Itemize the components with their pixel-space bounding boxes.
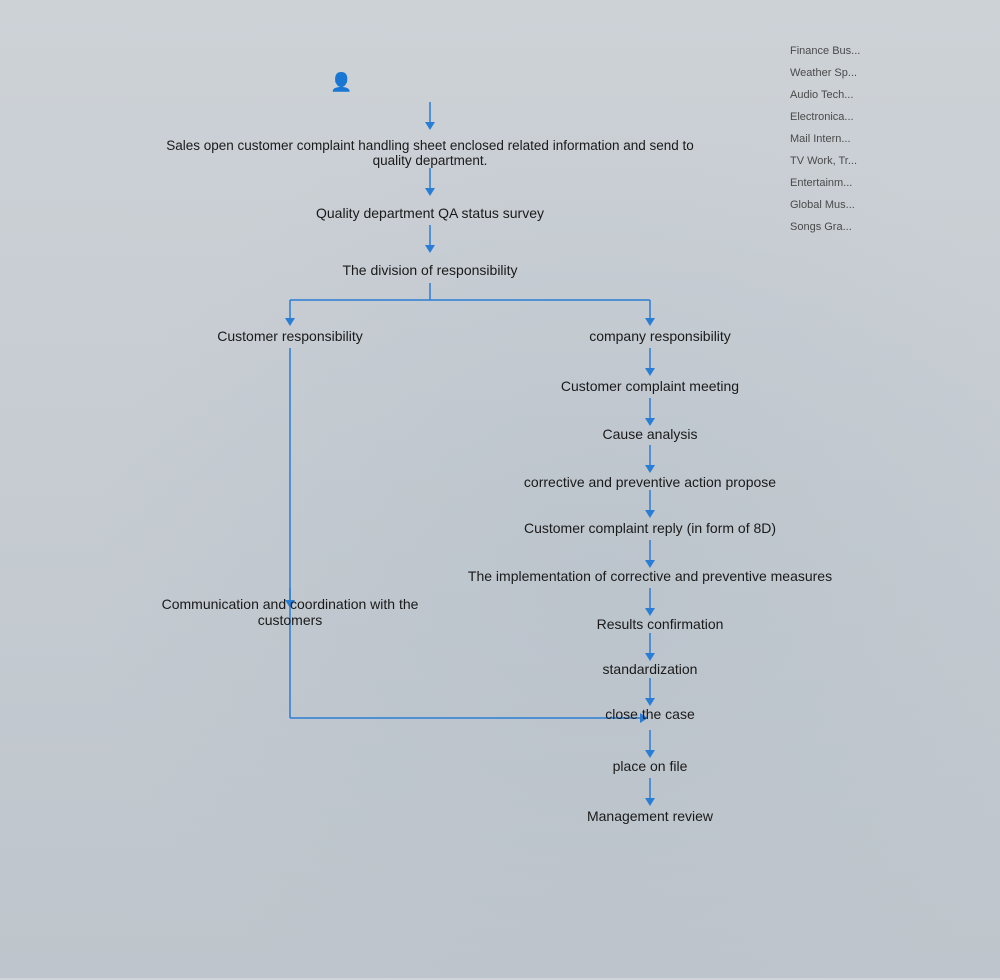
right5-node: Customer complaint reply (in form of 8D): [510, 520, 790, 536]
step2-node: Quality department QA status survey: [290, 205, 570, 221]
right6-node: The implementation of corrective and pre…: [460, 568, 840, 584]
main-content: Finance Bus... Weather Sp... Audio Tech.…: [0, 0, 1000, 978]
right7-node: Results confirmation: [560, 616, 760, 632]
final2-node: Management review: [560, 808, 740, 824]
step3-node: The division of responsibility: [310, 262, 550, 278]
title-node: 👤: [330, 72, 358, 93]
left1-node: Customer responsibility: [170, 328, 410, 344]
right1-node: company responsibility: [560, 328, 760, 344]
right3-node: Cause analysis: [580, 426, 720, 442]
merge1-node: close the case: [570, 706, 730, 722]
right2-node: Customer complaint meeting: [540, 378, 760, 394]
step1-node: Sales open customer complaint handling s…: [150, 138, 710, 168]
right-panel: Finance Bus... Weather Sp... Audio Tech.…: [790, 30, 930, 238]
person-icon: 👤: [330, 72, 352, 93]
left2-node: Communication and coordination with the …: [150, 596, 430, 628]
right4-node: corrective and preventive action propose: [500, 474, 800, 490]
right8-node: standardization: [580, 661, 720, 677]
final1-node: place on file: [580, 758, 720, 774]
